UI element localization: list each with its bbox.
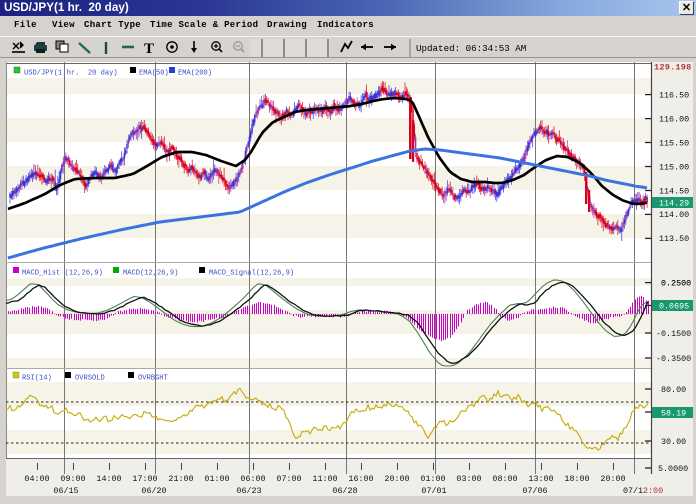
svg-text:5.0000: 5.0000 xyxy=(658,464,688,474)
svg-text:08:00: 08:00 xyxy=(492,474,517,484)
svg-text:OVRBGHT: OVRBGHT xyxy=(138,375,168,383)
svg-text:USD/JPY(1 hr. 20 day): USD/JPY(1 hr. 20 day) xyxy=(24,70,118,78)
svg-text:01:00: 01:00 xyxy=(420,474,445,484)
svg-text:07/06: 07/06 xyxy=(522,486,547,496)
svg-text:06:00: 06:00 xyxy=(240,474,265,484)
svg-text:T: T xyxy=(144,41,154,57)
svg-text:17:00: 17:00 xyxy=(132,474,157,484)
svg-text:MACD_Hist (12,26,9): MACD_Hist (12,26,9) xyxy=(22,270,103,278)
svg-text:20:00: 20:00 xyxy=(600,474,625,484)
svg-text:-0.1500: -0.1500 xyxy=(656,329,691,339)
svg-text:04:00: 04:00 xyxy=(24,474,49,484)
svg-text:EMA(50): EMA(50) xyxy=(139,70,169,78)
svg-text:03:00: 03:00 xyxy=(456,474,481,484)
svg-text:09:00: 09:00 xyxy=(60,474,85,484)
svg-text:58.19: 58.19 xyxy=(661,409,686,419)
svg-text:114.00: 114.00 xyxy=(659,210,689,220)
svg-text:16:00: 16:00 xyxy=(348,474,373,484)
svg-text:MACD_Signal(12,26,9): MACD_Signal(12,26,9) xyxy=(209,270,294,278)
svg-text:OVRSOLD: OVRSOLD xyxy=(75,375,105,383)
svg-text:80.00: 80.00 xyxy=(661,385,686,395)
svg-text:06/20: 06/20 xyxy=(141,486,166,496)
svg-text:07/01: 07/01 xyxy=(421,486,446,496)
svg-text:14:00: 14:00 xyxy=(96,474,121,484)
svg-text:0.0695: 0.0695 xyxy=(659,302,689,312)
svg-text:-0.3500: -0.3500 xyxy=(656,354,691,364)
svg-text:116.50: 116.50 xyxy=(659,90,689,100)
svg-text:114.29: 114.29 xyxy=(659,199,689,209)
svg-text:RSI(14): RSI(14) xyxy=(22,375,52,383)
svg-text:13:00: 13:00 xyxy=(528,474,553,484)
svg-text:MACD(12,26,9): MACD(12,26,9) xyxy=(123,270,178,278)
svg-text:129.198: 129.198 xyxy=(654,63,692,73)
svg-text:07/1: 07/1 xyxy=(623,486,643,496)
svg-text:21:00: 21:00 xyxy=(168,474,193,484)
svg-text:115.00: 115.00 xyxy=(659,162,689,172)
svg-text:20:00: 20:00 xyxy=(384,474,409,484)
svg-text:07:00: 07:00 xyxy=(276,474,301,484)
svg-text:06/15: 06/15 xyxy=(53,486,78,496)
svg-text:114.50: 114.50 xyxy=(659,186,689,196)
svg-text:116.00: 116.00 xyxy=(659,114,689,124)
svg-text:11:00: 11:00 xyxy=(312,474,337,484)
svg-text:06/28: 06/28 xyxy=(332,486,357,496)
svg-text:06/23: 06/23 xyxy=(236,486,261,496)
svg-text:2:00: 2:00 xyxy=(643,486,663,496)
svg-text:115.50: 115.50 xyxy=(659,138,689,148)
svg-text:EMA(200): EMA(200) xyxy=(178,70,212,78)
svg-text:30.00: 30.00 xyxy=(661,437,686,447)
svg-text:0.2500: 0.2500 xyxy=(661,278,691,288)
svg-text:01:00: 01:00 xyxy=(204,474,229,484)
svg-text:113.50: 113.50 xyxy=(659,234,689,244)
svg-text:18:00: 18:00 xyxy=(564,474,589,484)
